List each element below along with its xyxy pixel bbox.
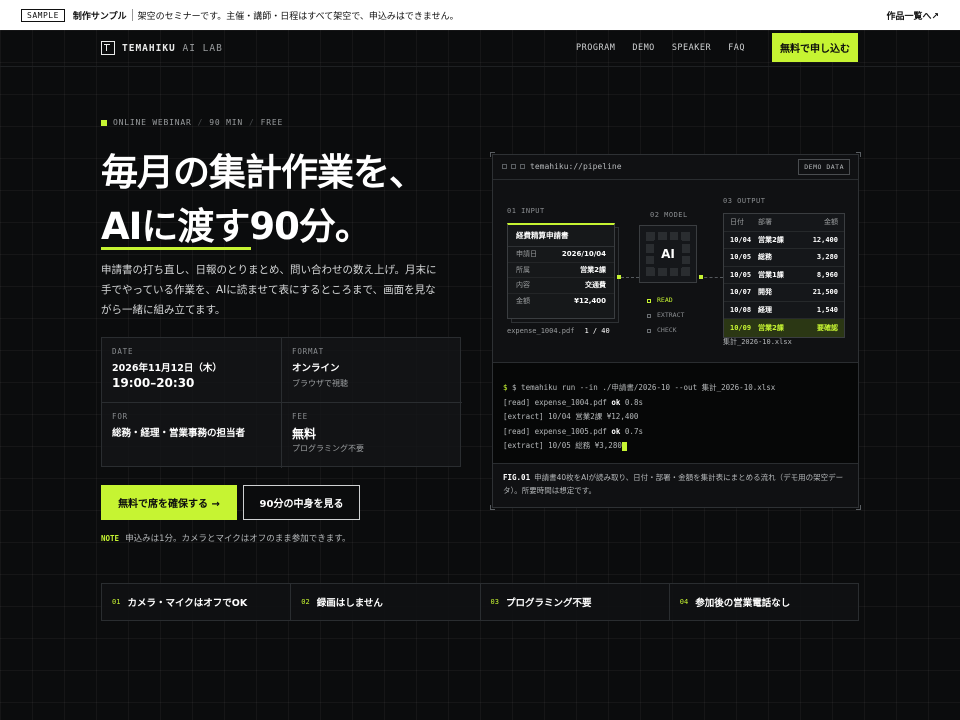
terminal-cursor-icon xyxy=(621,441,627,451)
pipeline-demo-panel: temahiku://pipeline DEMO DATA 01 INPUT 0… xyxy=(490,152,861,510)
nav-speaker[interactable]: SPEAKER xyxy=(672,43,711,53)
doc-row: 所属 営業2課 xyxy=(508,263,614,278)
input-document: 経費精算申請書 申請日 2026/10/04 所属 営業2課 内容 交通費 金額 ¥12… xyxy=(507,223,615,319)
output-table: 日付 部署 金額 10/04 営業2課 12,400 10/05 総務 3,280 10/0… xyxy=(723,213,845,338)
pipeline-path: temahiku://pipeline xyxy=(530,162,622,171)
table-row: 10/05 営業1課 8,960 xyxy=(724,267,844,284)
terminal-line: [extract] 10/04 営業2課 ¥12,400 xyxy=(503,412,639,422)
notice-divider xyxy=(131,9,133,21)
table-row: 10/05 総務 3,280 xyxy=(724,249,844,267)
connector-dot xyxy=(617,275,621,279)
info-date: DATE 2026年11月12日（木） 19:00–20:30 xyxy=(102,338,282,403)
eyebrow-duration: 90 MIN xyxy=(209,118,243,127)
info-audience: FOR 総務・経理・営業事務の担当者 xyxy=(102,403,282,468)
table-row: 10/08 経理 1,540 xyxy=(724,302,844,319)
doc-row: 内容 交通費 xyxy=(508,278,614,294)
feature-item: 02 録画はしません xyxy=(291,584,481,620)
reserve-seat-button[interactable]: 無料で席を確保する → xyxy=(101,485,237,520)
terminal-command: $ $ temahiku run --in ./申請書/2026-10 --ou… xyxy=(503,383,776,392)
main-nav: PROGRAM DEMO SPEAKER FAQ xyxy=(576,43,745,53)
info-format: FORMAT オンライン ブラウザで視聴 xyxy=(282,338,462,403)
doc-row: 金額 ¥12,400 xyxy=(516,297,606,306)
terminal-line: [read] expense_1004.pdf ok 0.8s xyxy=(503,397,643,407)
window-dots-icon xyxy=(502,164,525,169)
hero-title: 毎月の集計作業を、 AIに渡す90分。 xyxy=(101,146,426,254)
figure-caption: FIG.01 申請書40枚をAIが読み取り、日付・部署・金額を集計表にまとめる流れ… xyxy=(503,473,844,495)
corner-mark xyxy=(856,505,861,510)
table-row-flagged: 10/09 営業2課 要確認 xyxy=(724,319,844,337)
sample-notice-bar: SAMPLE 制作サンプル 架空のセミナーです。主催・講師・日程はすべて架空で、… xyxy=(0,0,960,30)
corner-mark xyxy=(490,505,495,510)
panel-titlebar: temahiku://pipeline DEMO DATA xyxy=(493,155,858,180)
date-value: 2026年11月12日（木） xyxy=(112,363,222,374)
nav-faq[interactable]: FAQ xyxy=(728,43,745,53)
fee-value: 無料 xyxy=(292,427,317,441)
view-program-button[interactable]: 90分の中身を見る xyxy=(243,485,360,520)
feature-item: 01 カメラ・マイクはオフでOK xyxy=(102,584,292,620)
works-list-link[interactable]: 作品一覧へ↗ xyxy=(886,9,939,22)
terminal-log: $ $ temahiku run --in ./申請書/2026-10 --ou… xyxy=(493,362,858,464)
header-signup-button[interactable]: 無料で申し込む xyxy=(772,33,858,62)
doc-row: 申請日 2026/10/04 xyxy=(508,247,614,263)
audience-value: 総務・経理・営業事務の担当者 xyxy=(112,428,246,439)
logo-mark-icon xyxy=(101,41,115,55)
input-label: 01 INPUT xyxy=(507,207,545,215)
fee-sub: プログラミング不要 xyxy=(292,444,364,453)
output-file-caption: 集計_2026-10.xlsx xyxy=(723,338,792,346)
table-row: 10/04 営業2課 12,400 xyxy=(724,232,844,249)
signup-note: NOTE 申込みは1分。カメラとマイクはオフのまま参加できます。 xyxy=(101,534,351,544)
terminal-line: [read] expense_1005.pdf ok 0.7s xyxy=(503,426,643,436)
eyebrow-price: FREE xyxy=(260,118,284,127)
nav-demo[interactable]: DEMO xyxy=(632,43,654,53)
output-label: 03 OUTPUT xyxy=(723,197,766,205)
sample-badge: SAMPLE xyxy=(21,8,65,22)
time-value: 19:00–20:30 xyxy=(112,376,195,390)
connector-input-model xyxy=(621,277,639,278)
demo-data-badge: DEMO DATA xyxy=(798,159,850,175)
hero-title-line-1: 毎月の集計作業を、 xyxy=(101,151,426,194)
table-row: 10/07 開発 21,500 xyxy=(724,284,844,302)
doc-title: 経費精算申請書 xyxy=(508,225,614,247)
model-label: 02 MODEL xyxy=(650,211,688,219)
nav-program[interactable]: PROGRAM xyxy=(576,43,615,53)
info-fee: FEE 無料 プログラミング不要 xyxy=(282,403,462,468)
connector-dot xyxy=(699,275,703,279)
corner-mark xyxy=(490,152,495,157)
eyebrow-format: ONLINE WEBINAR xyxy=(113,118,192,127)
notice-message: 架空のセミナーです。主催・講師・日程はすべて架空で、申込みはできません。 xyxy=(137,11,459,22)
brand-name: TEMAHIKU AI LAB xyxy=(122,42,223,54)
step-extract: EXTRACT xyxy=(647,308,684,323)
hero-lead: 申請書の打ち直し、日報のとりまとめ、問い合わせの数え上げ。月末に手でやっている作… xyxy=(101,264,437,316)
feature-strip: 01 カメラ・マイクはオフでOK 02 録画はしません 03 プログラミング不要 04… xyxy=(101,583,859,621)
hero-title-line-2: AIに渡す90分。 xyxy=(101,205,372,248)
eyebrow-square-icon xyxy=(101,119,107,126)
model-name: AI xyxy=(654,240,682,268)
ai-model-block: AI xyxy=(639,225,697,283)
step-check: CHECK xyxy=(647,323,684,338)
event-info-grid: DATE 2026年11月12日（木） 19:00–20:30 FORMAT オ… xyxy=(101,337,462,468)
format-value: オンライン xyxy=(292,363,340,374)
table-header: 日付 部署 金額 xyxy=(724,214,844,232)
corner-mark xyxy=(856,152,861,157)
terminal-line: [extract] 10/05 総務 ¥3,280 xyxy=(503,439,848,454)
feature-item: 03 プログラミング不要 xyxy=(481,584,670,620)
step-read: READ xyxy=(647,293,684,308)
hero-eyebrow: ONLINE WEBINAR / 90 MIN / FREE xyxy=(101,118,283,127)
notice-label: 制作サンプル xyxy=(72,11,127,22)
document-caption: expense_1004.pdf 1 / 40 xyxy=(507,327,610,335)
feature-item: 04 参加後の営業電話なし xyxy=(679,598,791,609)
site-header: TEMAHIKU AI LAB PROGRAM DEMO SPEAKER FAQ… xyxy=(0,30,960,67)
brand-logo[interactable]: TEMAHIKU AI LAB xyxy=(101,41,223,55)
title-underline xyxy=(101,247,251,250)
format-sub: ブラウザで視聴 xyxy=(292,379,348,388)
model-steps: READ EXTRACT CHECK xyxy=(647,293,684,338)
